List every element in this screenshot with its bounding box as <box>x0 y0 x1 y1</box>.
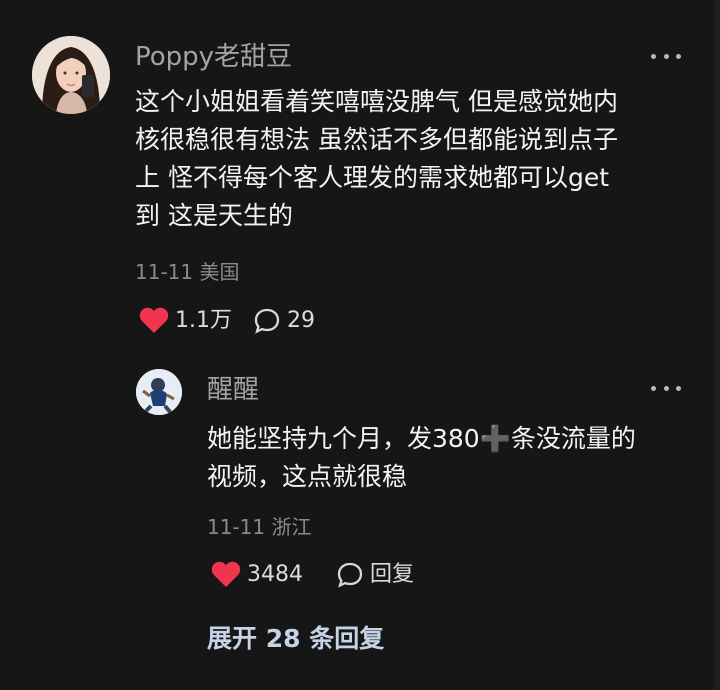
reply-text-segment: 条没流量的 <box>510 424 636 453</box>
comments-panel: Poppy老甜豆 这个小姐姐看着笑嘻嘻没脾气 但是感觉她内 核很稳很有想法 虽然… <box>0 0 720 690</box>
comment-meta: 11-11 美国 <box>135 260 240 284</box>
heart-icon <box>139 307 169 333</box>
plus-symbol: ➕ <box>479 424 511 453</box>
avatar-photo-icon <box>136 369 182 415</box>
reply-button[interactable]: 回复 <box>336 561 414 589</box>
comment-bubble-icon <box>254 308 280 334</box>
like-button[interactable]: 3484 <box>211 561 303 588</box>
reply-count-button[interactable]: 29 <box>253 307 315 335</box>
comment-text: 这个小姐姐看着笑嘻嘻没脾气 但是感觉她内 核很稳很有想法 虽然话不多但都能说到点… <box>135 83 618 235</box>
comment-text-line: 这个小姐姐看着笑嘻嘻没脾气 但是感觉她内 <box>135 87 618 116</box>
comment-username[interactable]: Poppy老甜豆 <box>135 42 292 72</box>
reply-label: 回复 <box>370 562 415 587</box>
reply-text-line: 她能坚持九个月，发380➕条没流量的 <box>207 420 636 458</box>
reply-text-line: 视频，这点就很稳 <box>207 462 408 491</box>
comment-bubble-icon <box>337 562 363 588</box>
reply-text-segment: 她能坚持九个月，发380 <box>207 424 480 453</box>
like-button[interactable]: 1.1万 <box>139 307 232 334</box>
dot <box>663 385 669 391</box>
reply-avatar[interactable] <box>136 369 182 415</box>
reply-text: 她能坚持九个月，发380➕条没流量的 视频，这点就很稳 <box>207 420 636 496</box>
dot <box>663 53 669 59</box>
reply-username[interactable]: 醒醒 <box>207 375 259 405</box>
avatar[interactable] <box>32 36 110 114</box>
like-count: 3484 <box>247 561 303 587</box>
dot <box>651 53 656 59</box>
more-dots-icon[interactable] <box>651 378 681 398</box>
reply-meta: 11-11 浙江 <box>207 515 312 539</box>
comment-text-line: 上 怪不得每个客人理发的需求她都可以get <box>135 163 610 192</box>
dot <box>676 385 681 391</box>
comment-text-line: 核很稳很有想法 虽然话不多但都能说到点子 <box>135 125 618 154</box>
more-dots-icon[interactable] <box>651 46 681 66</box>
dot <box>676 53 681 59</box>
dot <box>651 385 656 391</box>
like-count: 1.1万 <box>175 307 232 333</box>
expand-replies-link[interactable]: 展开 28 条回复 <box>207 624 384 654</box>
scroll-edge <box>714 0 720 690</box>
comment-text-line: 到 这是天生的 <box>135 201 293 230</box>
heart-icon <box>211 561 241 587</box>
avatar-photo-icon <box>32 36 110 114</box>
reply-count: 29 <box>287 308 315 333</box>
